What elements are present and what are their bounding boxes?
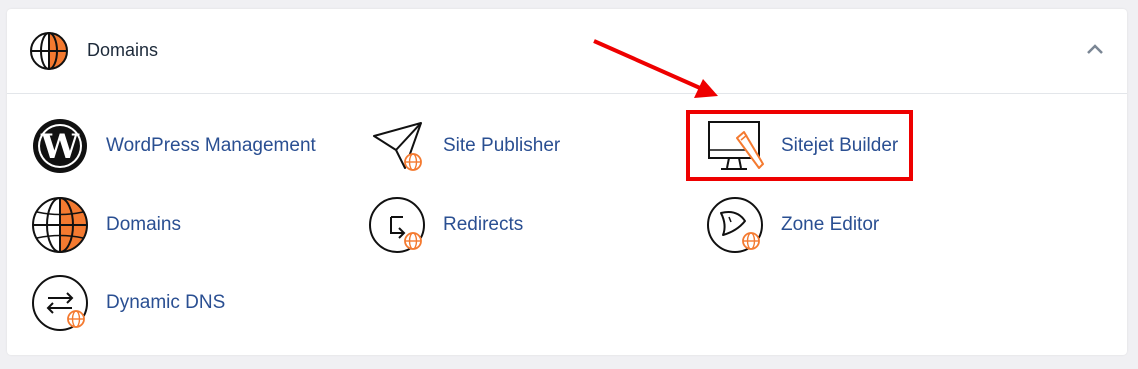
item-label: Domains [106, 214, 181, 235]
panel-title: Domains [87, 40, 159, 60]
globe-icon [32, 197, 88, 253]
zone-editor-link[interactable]: Zone Editor [707, 195, 907, 255]
item-label: WordPress Management [106, 135, 316, 156]
swap-arrows-globe-icon [32, 275, 88, 331]
wordpress-icon: W [33, 119, 87, 173]
item-label: Zone Editor [781, 214, 880, 235]
paper-plane-globe-icon [373, 122, 422, 171]
item-label: Site Publisher [443, 135, 561, 156]
wordpress-management-link[interactable]: W WordPress Management [32, 116, 332, 176]
panel-header[interactable]: Domains [7, 9, 1127, 94]
item-label: Redirects [443, 214, 524, 235]
domains-link[interactable]: Domains [32, 195, 232, 255]
dynamic-dns-link[interactable]: Dynamic DNS [32, 273, 232, 333]
item-label: Dynamic DNS [106, 292, 226, 313]
site-publisher-link[interactable]: Site Publisher [369, 116, 579, 176]
rocket-globe-icon [707, 197, 763, 253]
chevron-up-icon[interactable] [1085, 41, 1105, 57]
svg-text:W: W [40, 127, 80, 167]
redirects-link[interactable]: Redirects [369, 195, 569, 255]
highlight-box [686, 110, 913, 181]
globe-icon [30, 32, 68, 70]
redirect-globe-icon [369, 197, 425, 253]
